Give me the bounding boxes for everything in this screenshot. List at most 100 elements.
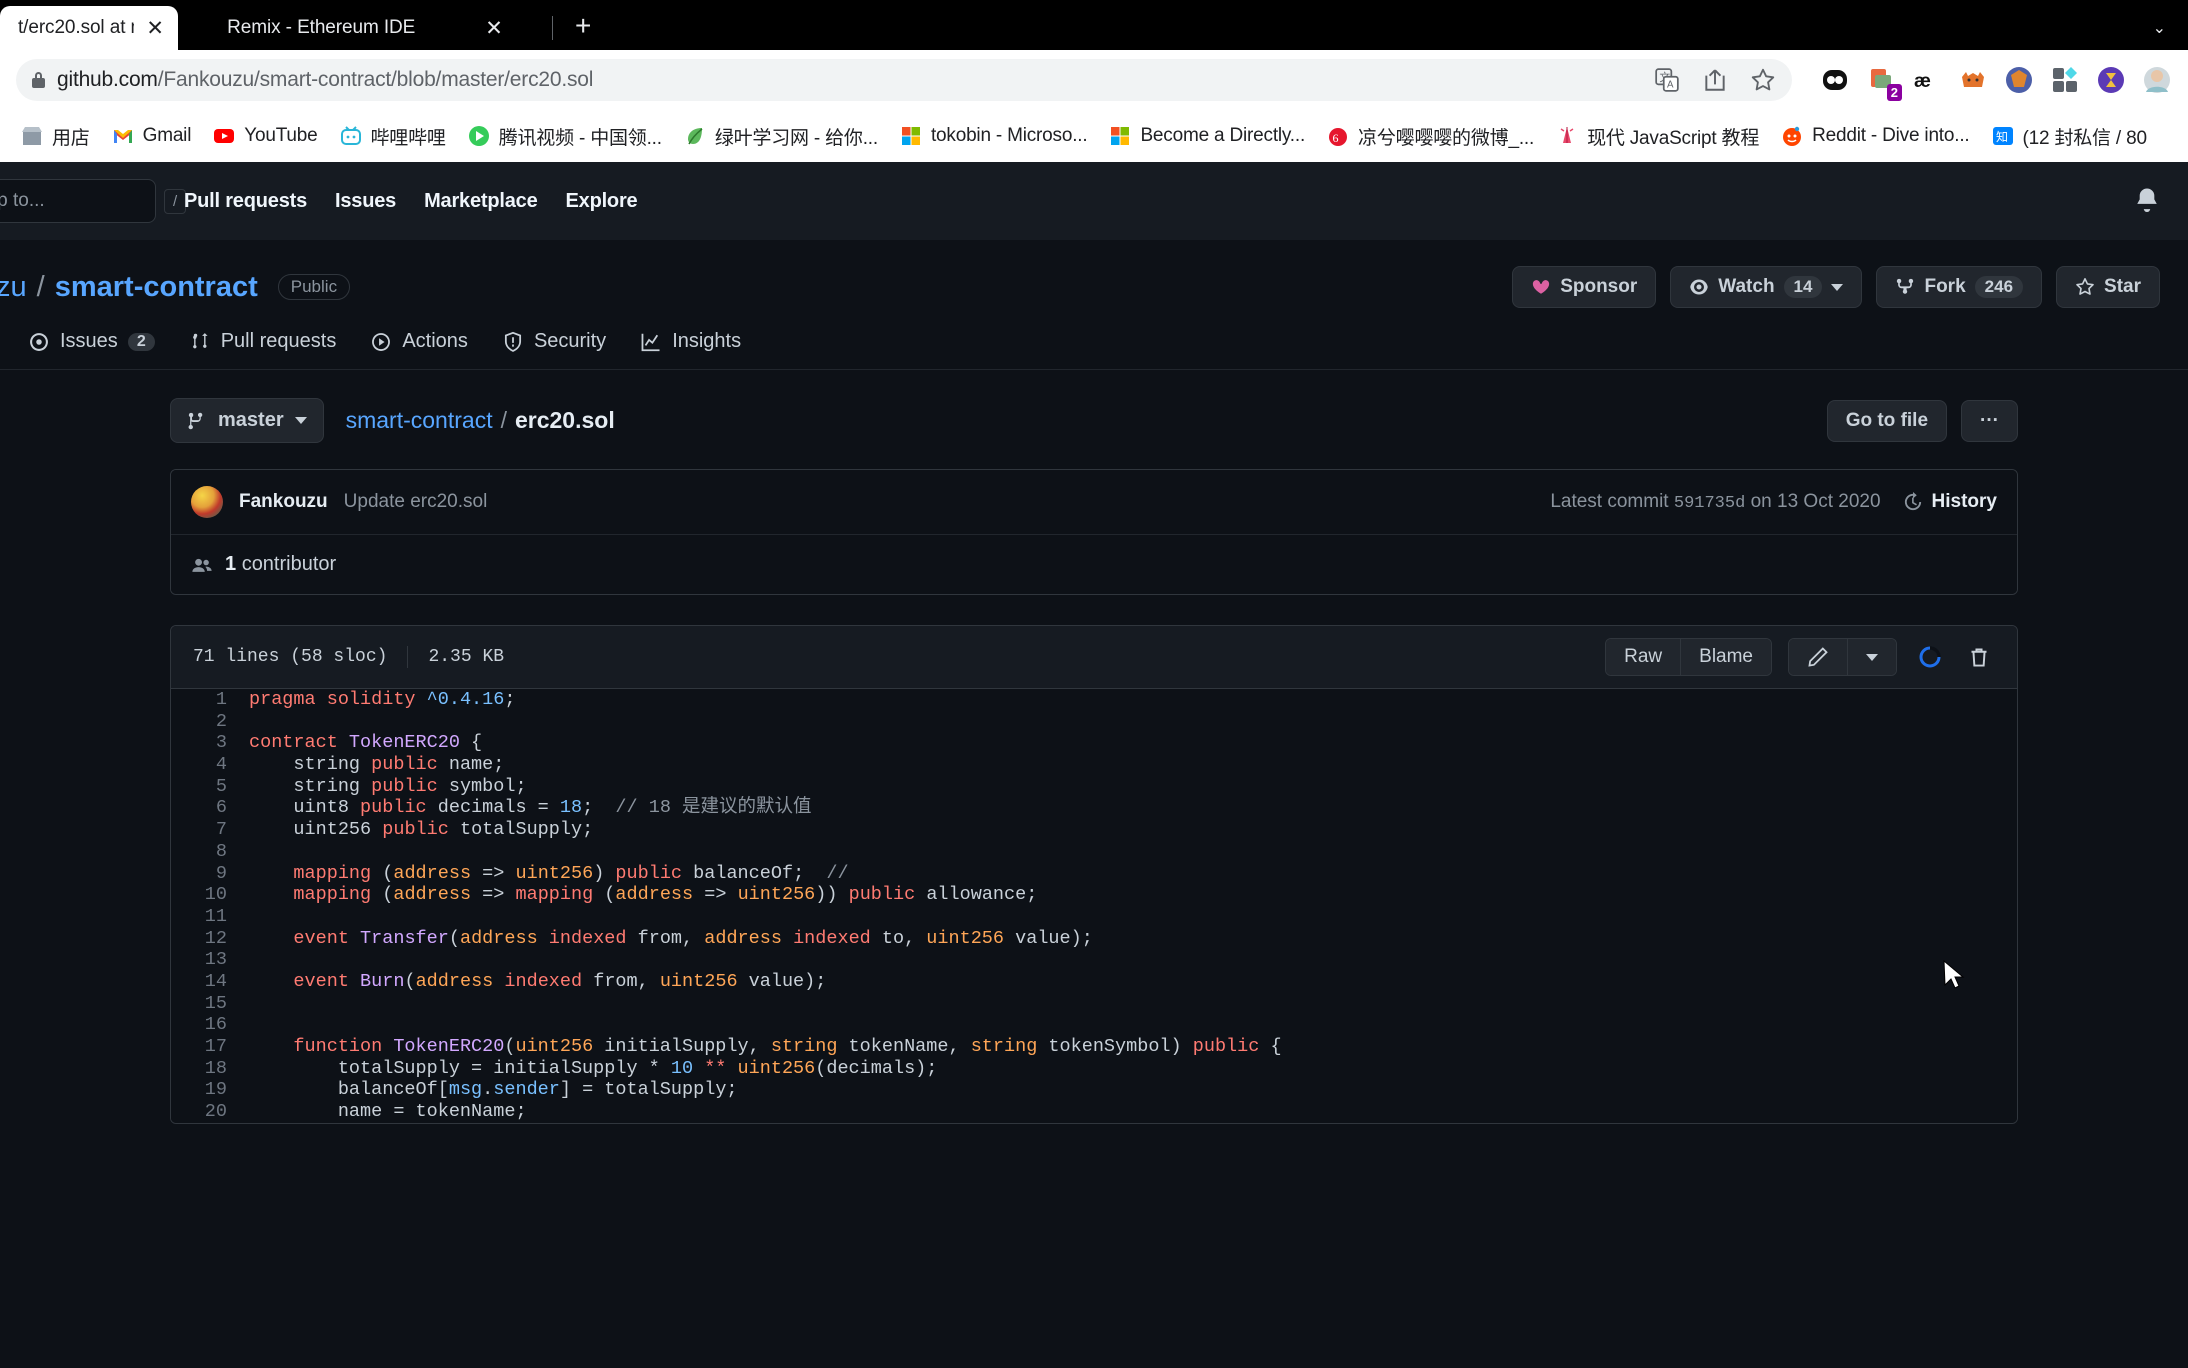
branch-selector[interactable]: master	[170, 398, 324, 443]
close-icon[interactable]: ✕	[146, 18, 164, 39]
tab-insights[interactable]: Insights	[640, 330, 741, 369]
bookmark-label: 绿叶学习网 - 给你...	[714, 127, 878, 149]
microsoft-icon	[901, 127, 920, 145]
bookmark-star-icon[interactable]	[1750, 67, 1776, 93]
nav-issues[interactable]: Issues	[335, 190, 396, 213]
code-line: 3 contract TokenERC20 {	[171, 732, 2017, 754]
watch-button[interactable]: Watch 14	[1670, 266, 1863, 308]
code-line: 9 mapping (address => uint256) public ba…	[171, 863, 2017, 885]
bookmark-label: 现代 JavaScript 教程	[1587, 127, 1760, 149]
raw-button[interactable]: Raw	[1606, 639, 1681, 675]
bookmark-item[interactable]: 6 凉兮嘤嘤嘤的微博_...	[1316, 117, 1545, 156]
watch-count: 14	[1783, 276, 1823, 298]
tab-actions[interactable]: Actions	[370, 330, 468, 369]
bookmark-item[interactable]: tokobin - Microso...	[889, 119, 1099, 153]
tab-issues[interactable]: Issues 2	[28, 330, 155, 369]
more-options-button[interactable]: ···	[1961, 399, 2018, 442]
commit-box: Fankouzu Update erc20.sol Latest commit …	[170, 469, 2018, 595]
bookmark-item[interactable]: 绿叶学习网 - 给你...	[673, 117, 889, 156]
search-input-wrapper[interactable]: /	[0, 179, 187, 223]
watch-label: Watch	[1718, 276, 1775, 297]
nav-pull-requests[interactable]: Pull requests	[184, 190, 307, 213]
repo-name-link[interactable]: smart-contract	[55, 271, 258, 304]
tab-strip: t/erc20.sol at ma ✕ Remix - Ethereum IDE…	[0, 0, 2188, 50]
bookmark-item[interactable]: Gmail	[101, 119, 203, 153]
breadcrumb-repo-link[interactable]: smart-contract	[346, 407, 493, 434]
code-line: 2	[171, 711, 2017, 733]
tab-security[interactable]: Security	[502, 330, 606, 369]
avatar[interactable]	[191, 486, 223, 518]
bookmark-item[interactable]: 腾讯视频 - 中国领...	[457, 117, 673, 156]
code-line: 7 uint256 public totalSupply;	[171, 819, 2017, 841]
bookmark-label: 凉兮嘤嘤嘤的微博_...	[1358, 127, 1535, 149]
browser-tab-github[interactable]: t/erc20.sol at ma ✕	[0, 6, 178, 50]
nav-explore[interactable]: Explore	[566, 190, 638, 213]
bookmark-label: tokobin - Microso...	[930, 125, 1088, 146]
commit-meta: Latest commit 591735d on 13 Oct 2020 His…	[1550, 491, 1997, 513]
close-icon[interactable]: ✕	[485, 18, 503, 39]
bookmark-item[interactable]: Reddit - Dive into...	[1770, 119, 1980, 153]
code-line: 13	[171, 949, 2017, 971]
bookmark-item[interactable]: 知 (12 封私信 / 80	[1981, 117, 2158, 156]
bookmark-item[interactable]: 用店	[10, 117, 101, 156]
code-content[interactable]: 1 pragma solidity ^0.4.16; 2 3 contract Toke…	[171, 689, 2017, 1123]
ae-extension-icon[interactable]: æ	[1912, 65, 1942, 95]
breadcrumb: smart-contract / erc20.sol	[346, 407, 615, 434]
address-bar[interactable]: github.com/Fankouzu/smart-contract/blob/…	[16, 59, 1792, 101]
repo-nav-tabs: Issues 2 Pull requests Actions Security …	[0, 308, 2160, 369]
code-line: 14 event Burn(address indexed from, uint…	[171, 971, 2017, 993]
latest-commit-info: Latest commit 591735d on 13 Oct 2020	[1550, 491, 1881, 513]
sponsor-button[interactable]: Sponsor	[1512, 266, 1657, 308]
star-button[interactable]: Star	[2056, 266, 2160, 308]
bookmark-item[interactable]: 哔哩哔哩	[329, 117, 457, 156]
bookmark-item[interactable]: Become a Directly...	[1098, 119, 1316, 153]
squares-extension-icon[interactable]	[2050, 65, 2080, 95]
clipboard-extension-icon[interactable]: 2	[1866, 65, 1902, 101]
loading-spinner-button[interactable]	[1913, 640, 1947, 674]
edit-dropdown-button[interactable]	[1847, 639, 1896, 675]
commit-message[interactable]: Update erc20.sol	[344, 491, 488, 513]
delete-file-button[interactable]	[1963, 641, 1995, 673]
repo-owner-link[interactable]: zu	[0, 271, 27, 304]
bookmark-label: 用店	[52, 127, 90, 149]
share-icon[interactable]	[1702, 67, 1728, 93]
commit-sha[interactable]: 591735d	[1674, 494, 1745, 513]
history-link[interactable]: History	[1903, 491, 1997, 513]
line-number: 19	[204, 1079, 227, 1101]
translate-icon[interactable]: 文 A	[1654, 67, 1680, 93]
issues-count: 2	[127, 332, 155, 351]
code-line: 20 name = tokenName;	[171, 1101, 2017, 1123]
chevron-down-icon[interactable]: ⌄	[2153, 18, 2166, 38]
commit-author[interactable]: Fankouzu	[239, 491, 328, 513]
people-icon	[192, 558, 212, 572]
new-tab-button[interactable]: +	[565, 12, 601, 40]
edit-file-button[interactable]	[1789, 639, 1847, 675]
search-input[interactable]	[0, 190, 164, 212]
profile-avatar[interactable]	[2142, 65, 2172, 95]
status-badge: Public	[277, 274, 351, 300]
code-line: 12 event Transfer(address indexed from, …	[171, 928, 2017, 950]
tab-pull-requests[interactable]: Pull requests	[189, 330, 336, 369]
line-code: pragma solidity ^0.4.16;	[249, 689, 516, 710]
chevron-down-icon[interactable]	[1831, 283, 1844, 291]
firefox-fox-icon[interactable]	[1958, 65, 1988, 95]
bell-icon[interactable]	[2134, 186, 2160, 217]
page-title: zu / smart-contract Public	[0, 271, 351, 304]
line-number: 3	[215, 732, 227, 754]
contributors-label[interactable]: 1 contributor	[225, 553, 336, 576]
dualsense-extension-icon[interactable]	[1820, 65, 1850, 95]
bookmark-item[interactable]: 现代 JavaScript 教程	[1545, 117, 1770, 156]
line-code: string public symbol;	[249, 775, 527, 797]
fork-button[interactable]: Fork 246	[1876, 266, 2043, 308]
browser-tab-remix[interactable]: Remix - Ethereum IDE ✕	[178, 6, 548, 50]
hourglass-extension-icon[interactable]	[2096, 65, 2126, 95]
go-to-file-button[interactable]: Go to file	[1826, 399, 1948, 442]
nav-marketplace[interactable]: Marketplace	[424, 190, 538, 213]
bookmark-label: Gmail	[142, 125, 192, 146]
bookmark-item[interactable]: YouTube	[202, 119, 328, 153]
brave-lion-icon[interactable]	[2004, 65, 2034, 95]
bookmark-label: (12 封私信 / 80	[2022, 127, 2148, 149]
blame-button[interactable]: Blame	[1680, 639, 1771, 675]
line-code: function TokenERC20(uint256 initialSuppl…	[249, 1036, 1282, 1057]
mouse-cursor	[1943, 960, 1965, 989]
